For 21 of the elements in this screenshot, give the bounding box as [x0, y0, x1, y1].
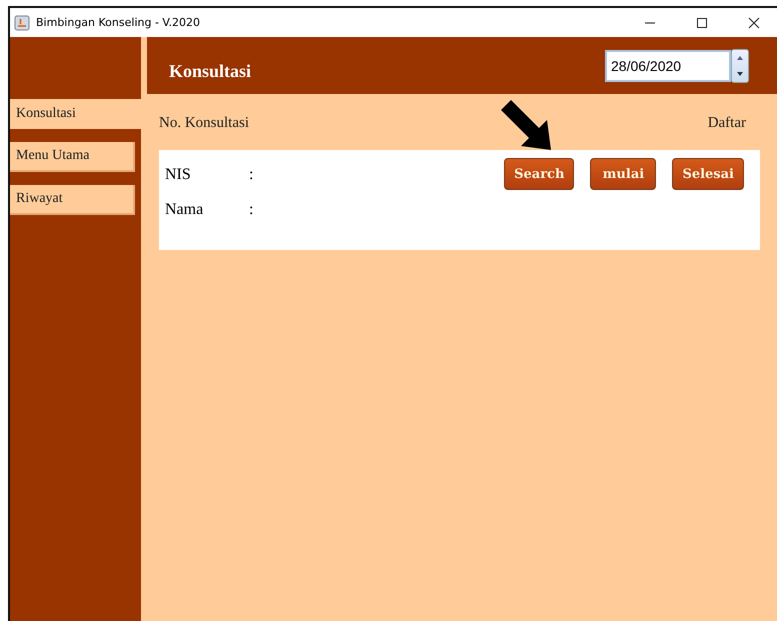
sidebar-item[interactable]: Riwayat [10, 185, 135, 215]
number-label: No. Konsultasi [159, 114, 249, 132]
date-field[interactable]: 28/06/2020 [605, 50, 731, 82]
down-arrow-icon [737, 72, 743, 76]
sidebar-item[interactable]: Menu Utama [10, 142, 135, 172]
spinner-button[interactable] [731, 48, 749, 82]
field-separator: : [249, 166, 254, 184]
sidebar-item[interactable]: Konsultasi [10, 99, 141, 129]
action-button[interactable]: mulai [590, 158, 656, 190]
action-button[interactable]: Selesai [672, 158, 744, 190]
window-title: Bimbingan Konseling - V.2020 [36, 16, 202, 29]
list-link[interactable]: Daftar [708, 114, 746, 132]
app-icon [14, 14, 30, 30]
field-separator: : [249, 201, 254, 219]
close-icon [748, 16, 760, 28]
page-title: Konsultasi [169, 60, 252, 82]
up-arrow-icon [737, 56, 743, 60]
maximize-icon [696, 16, 708, 28]
field-label: Nama [165, 201, 204, 219]
field-label: NIS [165, 166, 192, 184]
action-button[interactable]: Search [504, 158, 574, 190]
